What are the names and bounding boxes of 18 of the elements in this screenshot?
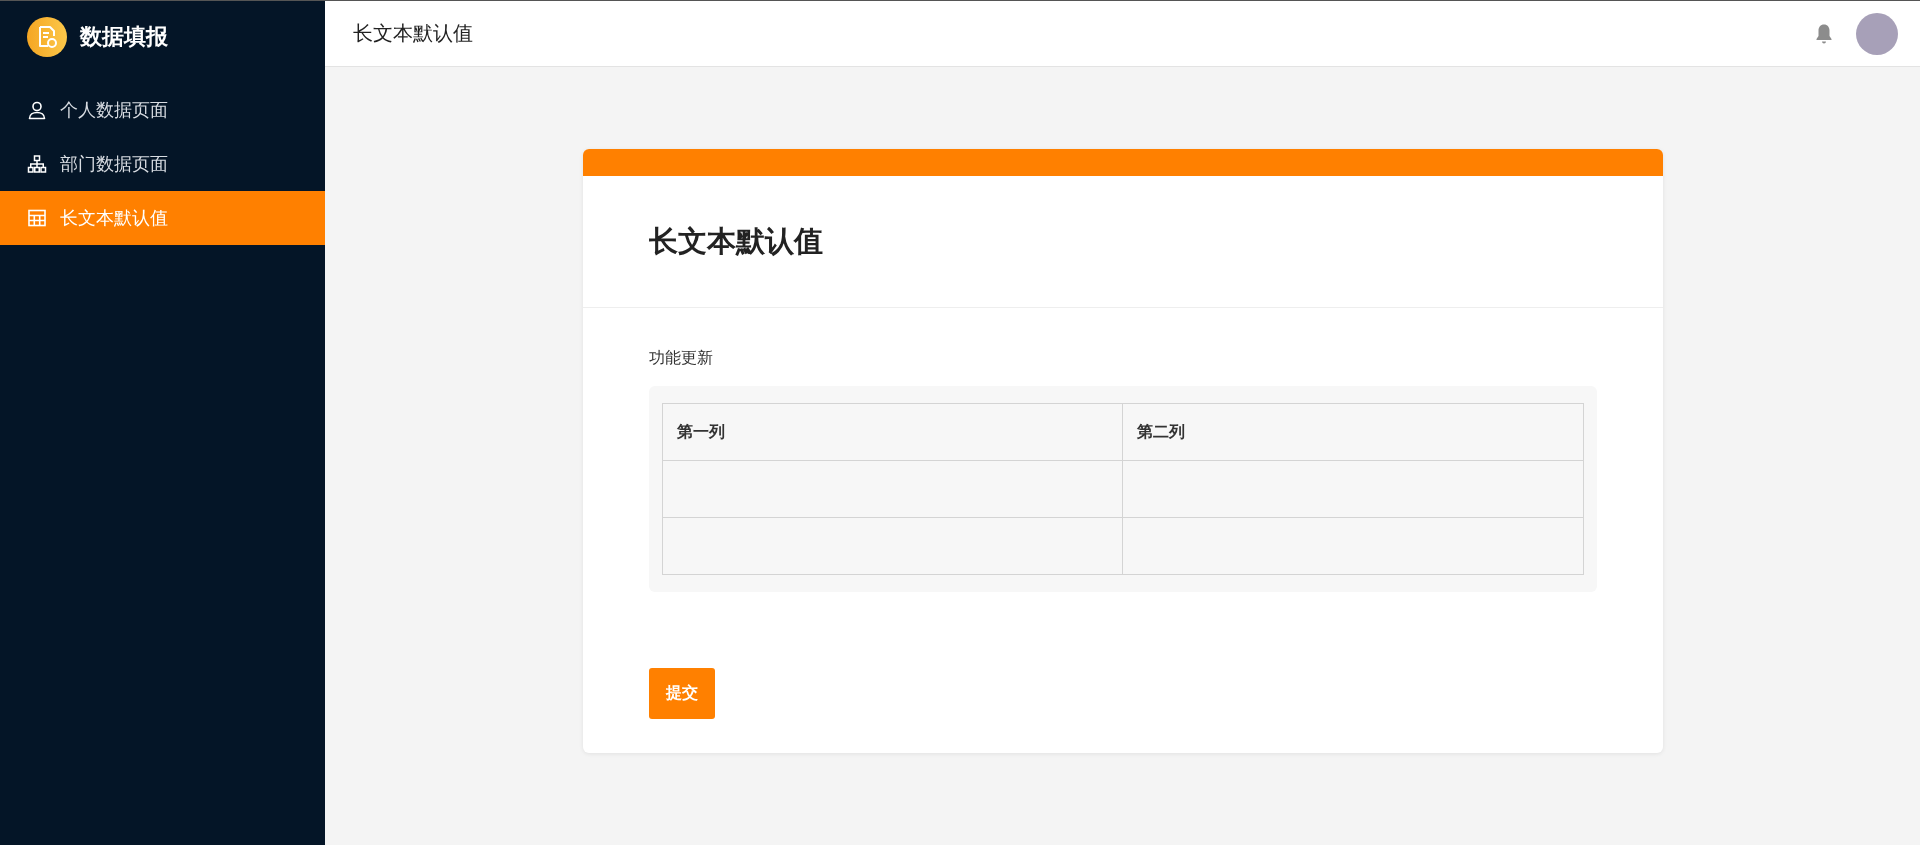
column-header: 第二列 xyxy=(1122,403,1583,461)
sidebar-item[interactable]: 部门数据页面 xyxy=(0,137,325,191)
form-title: 长文本默认值 xyxy=(648,222,823,260)
column-header: 第一列 xyxy=(662,403,1123,461)
app-name: 数据填报 xyxy=(80,23,168,51)
page-title: 长文本默认值 xyxy=(353,20,473,47)
table-input-cell[interactable] xyxy=(1122,517,1583,575)
avatar[interactable] xyxy=(1856,12,1898,55)
bell-icon[interactable] xyxy=(1814,22,1834,45)
document-gear-logo-icon xyxy=(27,17,67,57)
table-input-cell[interactable] xyxy=(662,460,1123,518)
table-icon xyxy=(27,208,47,228)
field-label: 功能更新 xyxy=(648,348,714,369)
person-icon xyxy=(27,100,47,120)
table-input-cell[interactable] xyxy=(1122,460,1583,518)
sidebar-item[interactable]: 个人数据页面 xyxy=(0,83,325,137)
hierarchy-icon xyxy=(27,154,47,174)
table-input-cell[interactable] xyxy=(662,517,1123,575)
